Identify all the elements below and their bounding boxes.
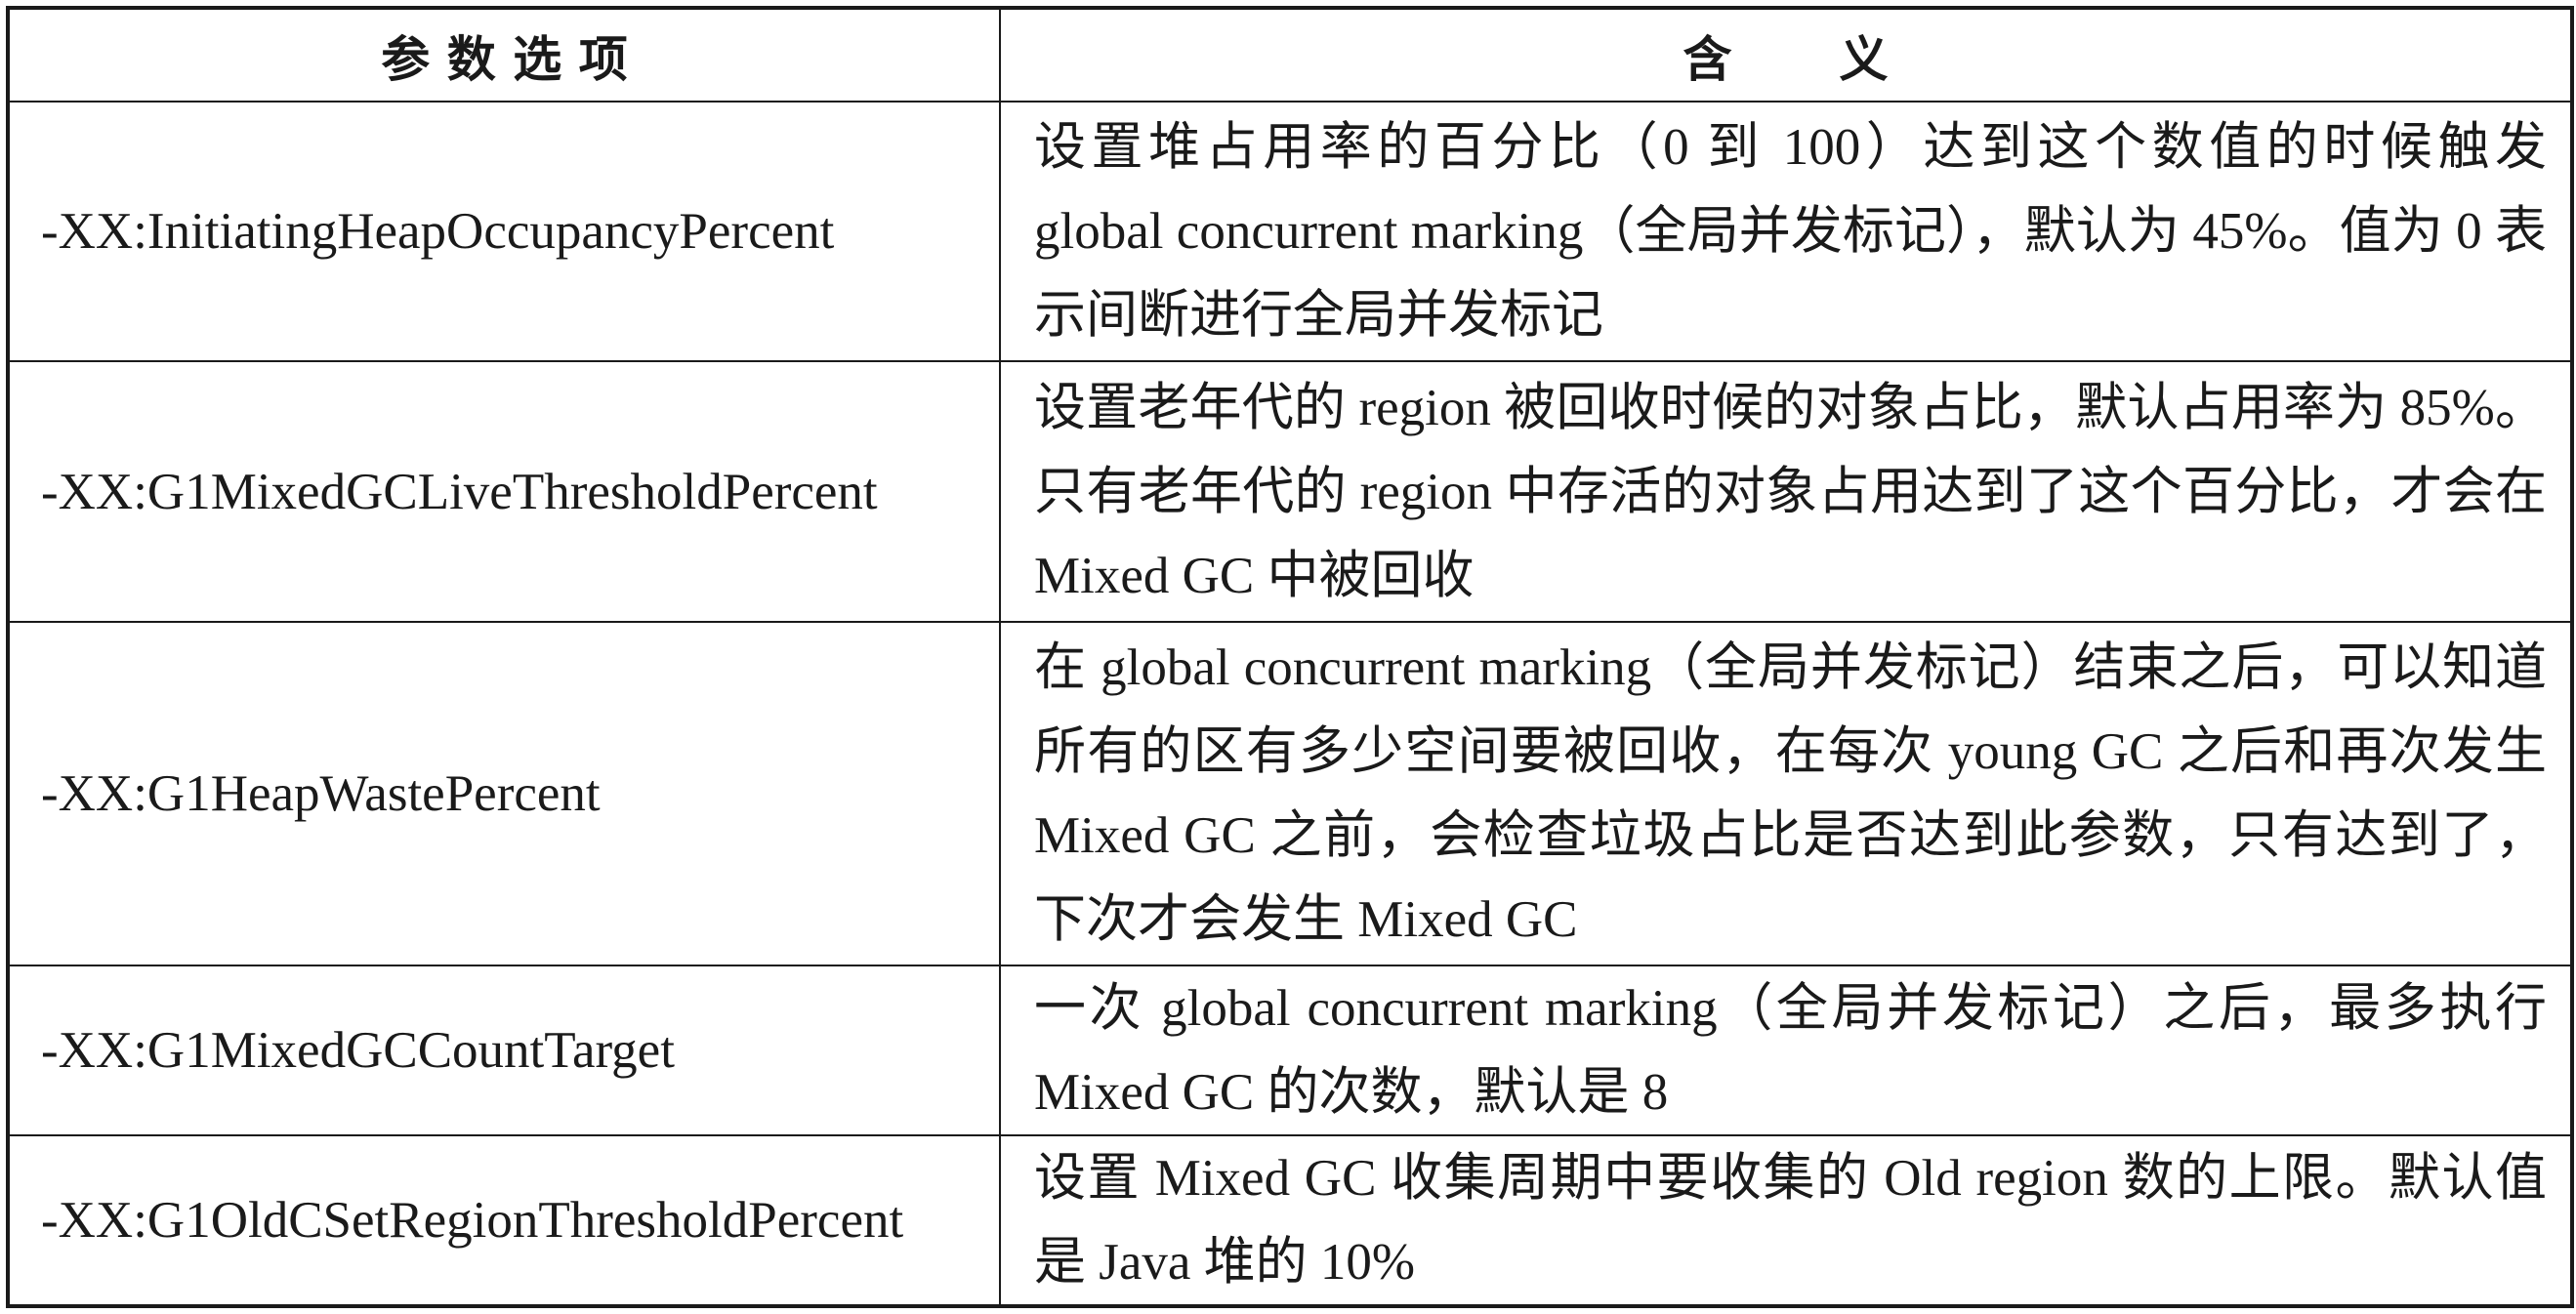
meaning-cell: 设置 Mixed GC 收集周期中要收集的 Old region 数的上限。默认…: [999, 1134, 2573, 1307]
meaning-cell: 在 global concurrent marking（全局并发标记）结束之后，…: [999, 621, 2573, 966]
meaning-cell: 一次 global concurrent marking（全局并发标记）之后，最…: [999, 965, 2573, 1136]
option-cell: -XX:G1MixedGCLiveThresholdPercent: [7, 360, 1001, 623]
table-header: 参数选项 含义: [7, 7, 2573, 103]
header-row: 参数选项 含义: [7, 7, 2573, 103]
option-cell: -XX:G1HeapWastePercent: [7, 621, 1001, 966]
meaning-cell: 设置堆占用率的百分比（0 到 100）达到这个数值的时候触发 global co…: [999, 101, 2573, 362]
parameter-table: 参数选项 含义 -XX:InitiatingHeapOccupancyPerce…: [6, 6, 2574, 1308]
table-row: -XX:G1MixedGCLiveThresholdPercent 设置老年代的…: [7, 360, 2573, 623]
table-row: -XX:G1HeapWastePercent 在 global concurre…: [7, 621, 2573, 966]
option-cell: -XX:G1MixedGCCountTarget: [7, 965, 1001, 1136]
header-meaning: 含义: [999, 7, 2573, 103]
option-cell: -XX:G1OldCSetRegionThresholdPercent: [7, 1134, 1001, 1307]
table-row: -XX:G1OldCSetRegionThresholdPercent 设置 M…: [7, 1134, 2573, 1307]
header-option: 参数选项: [7, 7, 1001, 103]
table-row: -XX:InitiatingHeapOccupancyPercent 设置堆占用…: [7, 101, 2573, 362]
option-cell: -XX:InitiatingHeapOccupancyPercent: [7, 101, 1001, 362]
table-body: -XX:InitiatingHeapOccupancyPercent 设置堆占用…: [7, 101, 2573, 1307]
meaning-cell: 设置老年代的 region 被回收时候的对象占比，默认占用率为 85%。只有老年…: [999, 360, 2573, 623]
table-row: -XX:G1MixedGCCountTarget 一次 global concu…: [7, 965, 2573, 1136]
